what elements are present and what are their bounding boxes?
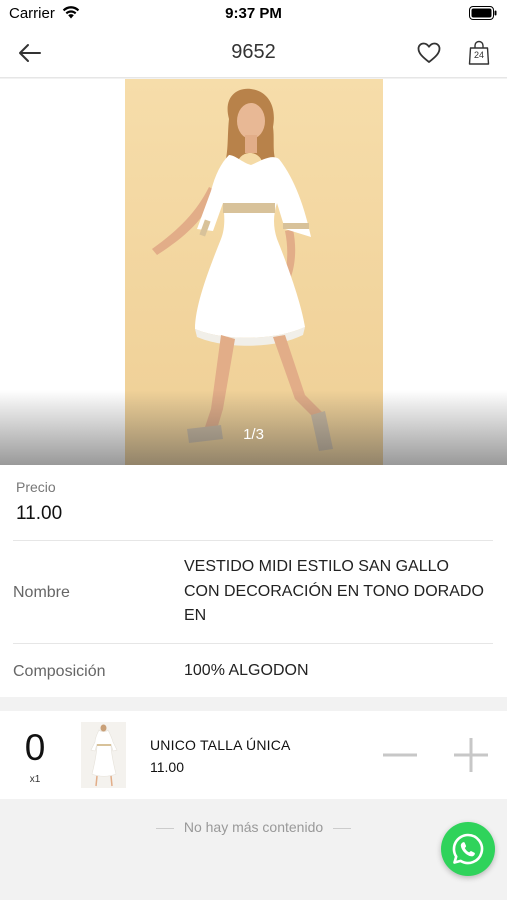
end-of-content-note: No hay más contenido: [0, 819, 507, 835]
price-value: 11.00: [16, 503, 63, 524]
price-label: Precio: [16, 479, 56, 495]
plus-icon: [454, 738, 488, 772]
navigation-bar: 9652 24: [0, 28, 507, 78]
divider: [333, 827, 352, 829]
variant-row: 0 x1 UNICO TALLA ÚNICA 11.00: [0, 711, 507, 799]
quantity-value: 0: [24, 727, 46, 768]
status-time: 9:37 PM: [225, 5, 282, 22]
battery-icon: [469, 6, 497, 20]
variant-thumbnail: [81, 722, 126, 788]
status-bar: Carrier 9:37 PM: [0, 0, 507, 28]
whatsapp-button[interactable]: [441, 822, 495, 876]
variant-name: UNICO TALLA ÚNICA: [150, 737, 291, 753]
end-of-content-text: No hay más contenido: [183, 819, 324, 835]
name-value: VESTIDO MIDI ESTILO SAN GALLO CON DECORA…: [184, 558, 484, 624]
product-details: Precio 11.00 Nombre VESTIDO MIDI ESTILO …: [0, 465, 507, 697]
name-label: Nombre: [13, 584, 70, 601]
divider: [155, 827, 174, 829]
composition-value: 100% ALGODON: [184, 662, 309, 679]
increase-quantity-button[interactable]: [453, 737, 489, 773]
cart-count-badge: 24: [473, 50, 484, 60]
decrease-quantity-button[interactable]: [382, 739, 418, 771]
heart-icon: [417, 42, 441, 63]
divider: [13, 643, 493, 644]
minus-icon: [383, 753, 417, 757]
whatsapp-icon: [452, 833, 484, 865]
product-image-gallery[interactable]: 1/3: [0, 79, 507, 465]
quantity-multiplier: x1: [29, 774, 41, 785]
cart-button[interactable]: 24: [464, 38, 494, 68]
divider: [13, 540, 493, 541]
favorite-button[interactable]: [414, 38, 444, 68]
image-counter: 1/3: [243, 426, 264, 443]
variant-price: 11.00: [150, 759, 184, 775]
composition-label: Composición: [13, 663, 106, 680]
